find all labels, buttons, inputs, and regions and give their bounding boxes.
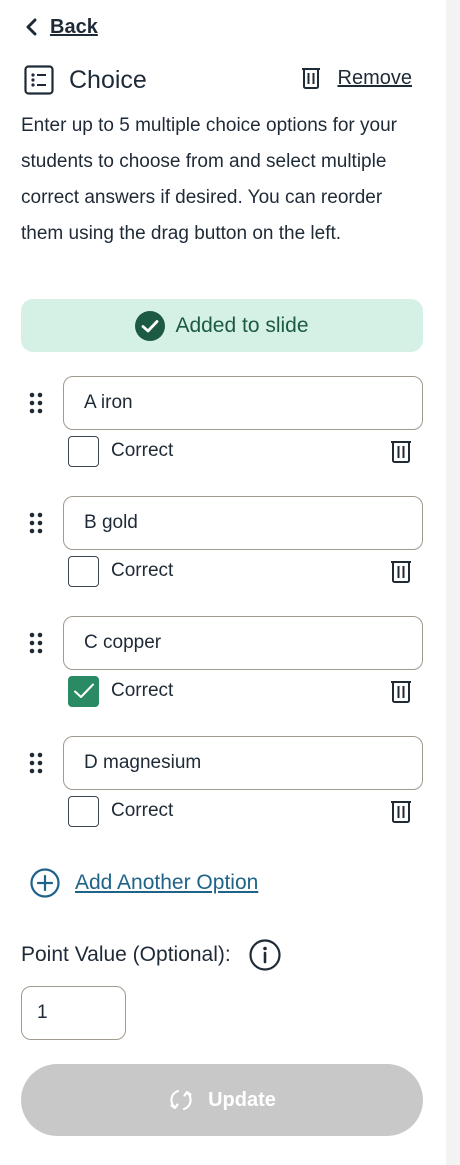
point-value-row: Point Value (Optional): [21, 939, 281, 971]
option-row: Correct [0, 736, 446, 836]
back-link[interactable]: Back [24, 12, 98, 42]
instructions-text: Enter up to 5 multiple choice options fo… [21, 115, 397, 244]
correct-label: Correct [111, 800, 174, 821]
option-row: Correct [0, 496, 446, 596]
page-title: Choice [69, 66, 147, 94]
drag-handle-icon[interactable] [28, 391, 44, 415]
checkbox-box[interactable] [68, 435, 99, 467]
refresh-icon [170, 1089, 192, 1111]
check-circle-icon [135, 310, 166, 341]
added-label: Added to slide [175, 313, 309, 337]
drag-handle-icon[interactable] [28, 631, 44, 655]
back-label: Back [50, 15, 98, 38]
checkmark-icon [73, 683, 94, 698]
choice-header: Choice Remove [24, 62, 412, 100]
correct-label: Correct [111, 680, 174, 701]
correct-checkbox[interactable]: Correct [68, 435, 173, 467]
drag-handle-icon[interactable] [28, 751, 44, 775]
trash-icon[interactable] [390, 799, 412, 824]
added-to-slide-badge: Added to slide [21, 299, 423, 352]
option-input[interactable] [63, 376, 423, 430]
update-button[interactable]: Update [21, 1064, 423, 1136]
correct-label: Correct [111, 440, 174, 461]
correct-label: Correct [111, 560, 174, 581]
correct-checkbox[interactable]: Correct [68, 795, 173, 827]
choice-panel: Back Choice Remove Enter up to 5 multipl… [0, 0, 446, 1165]
point-value-input[interactable] [21, 986, 126, 1040]
trash-icon[interactable] [390, 679, 412, 704]
trash-icon[interactable] [390, 559, 412, 584]
checkbox-box[interactable] [68, 555, 99, 587]
info-icon[interactable] [249, 939, 281, 971]
add-option-label: Add Another Option [75, 871, 259, 894]
correct-checkbox[interactable]: Correct [68, 555, 173, 587]
option-row: Correct [0, 376, 446, 476]
scrollbar-track[interactable] [446, 0, 460, 1165]
point-value-label: Point Value (Optional): [21, 943, 231, 966]
trash-icon[interactable] [390, 439, 412, 464]
drag-handle-icon[interactable] [28, 511, 44, 535]
chevron-left-icon [26, 18, 37, 36]
remove-button[interactable]: Remove [301, 66, 412, 90]
option-input[interactable] [63, 616, 423, 670]
plus-circle-icon [30, 868, 60, 898]
correct-checkbox[interactable]: Correct [68, 675, 173, 707]
checkbox-box[interactable] [68, 795, 99, 827]
update-label: Update [208, 1088, 276, 1111]
remove-label: Remove [337, 66, 412, 89]
option-row: Correct [0, 616, 446, 716]
option-input[interactable] [63, 496, 423, 550]
checkbox-box[interactable] [68, 675, 99, 707]
trash-icon [301, 68, 320, 89]
list-icon [24, 65, 54, 95]
option-input[interactable] [63, 736, 423, 790]
add-option-button[interactable]: Add Another Option [30, 868, 258, 898]
